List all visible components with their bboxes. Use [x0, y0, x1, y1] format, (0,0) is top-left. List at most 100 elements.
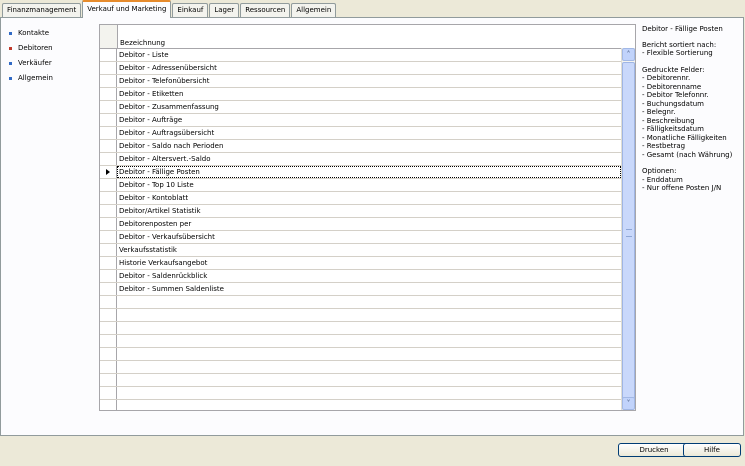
- row-selector[interactable]: [100, 244, 117, 256]
- chevron-down-icon: ˅: [626, 399, 631, 408]
- row-label: Debitor - Telefonübersicht: [119, 77, 210, 85]
- table-row[interactable]: [100, 335, 635, 348]
- row-selector[interactable]: [100, 114, 117, 126]
- row-selector[interactable]: [100, 257, 117, 269]
- row-label: [117, 374, 635, 386]
- table-row[interactable]: [100, 309, 635, 322]
- table-row[interactable]: Historie Verkaufsangebot: [100, 257, 635, 270]
- table-row[interactable]: Debitor - Etiketten: [100, 88, 635, 101]
- printed-field: - Belegnr.: [642, 108, 676, 116]
- row-label: Debitor - Top 10 Liste: [119, 181, 194, 189]
- column-header-bezeichnung[interactable]: Bezeichnung: [118, 25, 635, 48]
- printed-field: - Gesamt (nach Währung): [642, 150, 733, 159]
- table-row[interactable]: Debitor - Aufträge: [100, 114, 635, 127]
- grid-header: Bezeichnung: [100, 25, 635, 49]
- table-row[interactable]: Debitor - Altersvert.-Saldo: [100, 153, 635, 166]
- sidebar-item-label: Verkäufer: [18, 59, 52, 67]
- row-selector[interactable]: [100, 270, 117, 282]
- table-row[interactable]: Debitor - Telefonübersicht: [100, 75, 635, 88]
- row-selector[interactable]: [100, 101, 117, 113]
- table-row[interactable]: Debitor - Liste: [100, 49, 635, 62]
- row-selector[interactable]: [100, 374, 117, 386]
- tab-finanzmanagement[interactable]: Finanzmanagement: [2, 3, 82, 17]
- description-title: Debitor - Fällige Posten: [642, 25, 723, 33]
- tab-ressourcen[interactable]: Ressourcen: [240, 3, 291, 17]
- table-row[interactable]: [100, 361, 635, 374]
- row-selector[interactable]: [100, 400, 117, 410]
- table-row[interactable]: Debitor - Zusammenfassung: [100, 101, 635, 114]
- row-selector[interactable]: [100, 140, 117, 152]
- row-label: [117, 361, 635, 373]
- table-row[interactable]: [100, 400, 635, 410]
- tab-allgemein[interactable]: Allgemein: [291, 3, 337, 17]
- row-selector[interactable]: [100, 335, 117, 347]
- row-selector[interactable]: [100, 153, 117, 165]
- row-selector-header[interactable]: [100, 25, 118, 48]
- table-row[interactable]: Debitor - Saldenrückblick: [100, 270, 635, 283]
- table-row[interactable]: [100, 374, 635, 387]
- row-label: Debitor - Adressenübersicht: [119, 64, 217, 72]
- row-label: Debitor - Summen Saldenliste: [119, 285, 224, 293]
- tab-lager[interactable]: Lager: [209, 3, 240, 17]
- row-selector[interactable]: [100, 283, 117, 295]
- row-selector[interactable]: [100, 205, 117, 217]
- fields-heading: Gedruckte Felder:: [642, 65, 705, 74]
- row-label: Debitor - Saldo nach Perioden: [119, 142, 224, 150]
- sidebar-item-debitoren[interactable]: Debitoren: [9, 41, 94, 56]
- table-row[interactable]: Debitor - Saldo nach Perioden: [100, 140, 635, 153]
- option-line: - Nur offene Posten J/N: [642, 184, 722, 192]
- sidebar-item-allgemein[interactable]: Allgemein: [9, 71, 94, 86]
- table-row[interactable]: Verkaufsstatistik: [100, 244, 635, 257]
- row-selector[interactable]: [100, 309, 117, 321]
- sidebar-item-label: Kontakte: [18, 29, 50, 37]
- help-button[interactable]: Hilfe: [683, 443, 741, 457]
- scroll-up-button[interactable]: ˄: [622, 48, 635, 61]
- row-selector[interactable]: [100, 62, 117, 74]
- table-row[interactable]: [100, 296, 635, 309]
- row-label: Debitor - Liste: [119, 51, 169, 59]
- row-label: [117, 322, 635, 334]
- row-label: Debitor - Kontoblatt: [119, 194, 189, 202]
- scroll-thumb[interactable]: [622, 62, 635, 402]
- sidebar-item-label: Allgemein: [18, 74, 53, 82]
- row-selector[interactable]: [100, 387, 117, 399]
- table-row[interactable]: Debitor - Fällige Posten: [100, 166, 635, 179]
- table-row[interactable]: Debitor - Top 10 Liste: [100, 179, 635, 192]
- main-panel: Kontakte Debitoren Verkäufer Allgemein Beze…: [0, 17, 744, 436]
- row-selector[interactable]: [100, 88, 117, 100]
- row-selector[interactable]: [100, 192, 117, 204]
- vertical-scrollbar[interactable]: ˄ ˅: [621, 48, 635, 410]
- row-selector[interactable]: [100, 166, 117, 178]
- row-selector[interactable]: [100, 361, 117, 373]
- sidebar-item-kontakte[interactable]: Kontakte: [9, 26, 94, 41]
- table-row[interactable]: Debitor - Summen Saldenliste: [100, 283, 635, 296]
- table-row[interactable]: Debitor/Artikel Statistik: [100, 205, 635, 218]
- row-selector[interactable]: [100, 348, 117, 360]
- row-label: [117, 335, 635, 347]
- table-row[interactable]: Debitor - Auftragsübersicht: [100, 127, 635, 140]
- row-selector[interactable]: [100, 179, 117, 191]
- row-selector[interactable]: [100, 322, 117, 334]
- row-selector[interactable]: [100, 127, 117, 139]
- scroll-down-button[interactable]: ˅: [622, 397, 635, 410]
- row-selector[interactable]: [100, 231, 117, 243]
- tab-verkauf-und-marketing[interactable]: Verkauf und Marketing: [82, 0, 172, 18]
- table-row[interactable]: Debitorenposten per: [100, 218, 635, 231]
- tab-einkauf[interactable]: Einkauf: [172, 3, 209, 17]
- table-row[interactable]: Debitor - Verkaufsübersicht: [100, 231, 635, 244]
- row-selector[interactable]: [100, 218, 117, 230]
- row-selector[interactable]: [100, 49, 117, 61]
- table-row[interactable]: [100, 387, 635, 400]
- table-row[interactable]: [100, 322, 635, 335]
- print-button[interactable]: Drucken: [618, 443, 690, 457]
- row-selector[interactable]: [100, 75, 117, 87]
- table-row[interactable]: Debitor - Adressenübersicht: [100, 62, 635, 75]
- row-selector[interactable]: [100, 296, 117, 308]
- printed-field: - Beschreibung: [642, 116, 695, 125]
- row-label: [117, 387, 635, 399]
- table-row[interactable]: Debitor - Kontoblatt: [100, 192, 635, 205]
- sidebar-item-label: Debitoren: [18, 44, 53, 52]
- table-row[interactable]: [100, 348, 635, 361]
- option-line: - Enddatum: [642, 175, 683, 184]
- sidebar-item-verk-ufer[interactable]: Verkäufer: [9, 56, 94, 71]
